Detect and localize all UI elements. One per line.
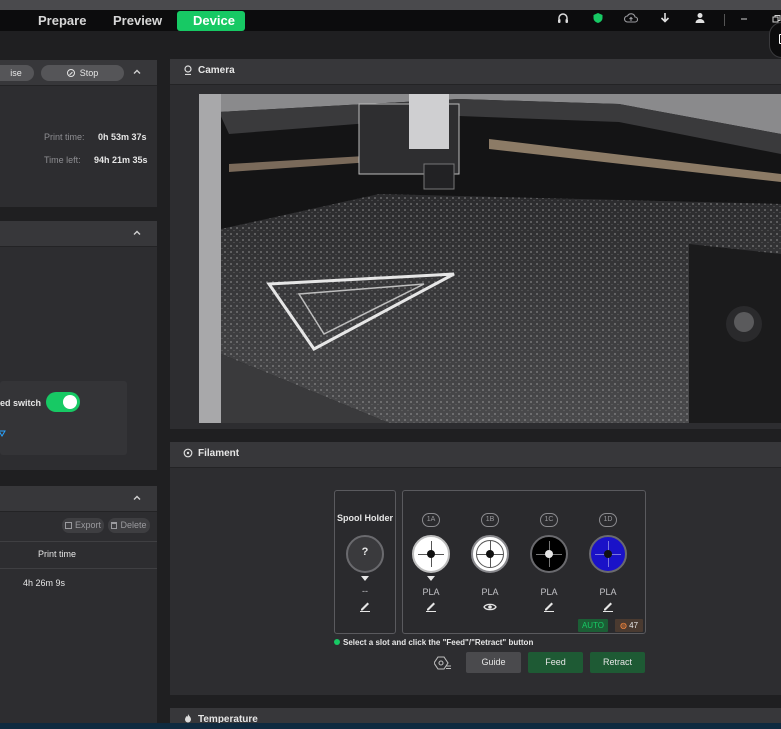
spool-holder-value: ?	[361, 546, 369, 558]
camera-title: Camera	[198, 65, 235, 76]
title-bar: Prepare Preview Device	[0, 10, 781, 31]
trash-icon	[111, 522, 118, 529]
slot-1d-badge: 1D	[599, 513, 617, 527]
status-dot-icon	[334, 639, 340, 645]
control-panel: ed switch	[0, 221, 157, 470]
spool-holder-type: --	[362, 586, 368, 596]
chevron-up-icon[interactable]	[131, 493, 143, 505]
download-icon[interactable]	[657, 12, 673, 28]
switch-label: ed switch	[0, 398, 42, 408]
tab-device[interactable]: Device	[177, 11, 245, 31]
humidity-badge: ◍ 47	[615, 619, 643, 632]
ams-box: 1A PLA 1B PLA 1C PLA 1D PLA AUTO ◍ 47	[402, 490, 646, 634]
spool-holder-slot[interactable]: ?	[346, 535, 384, 573]
guide-button[interactable]: Guide	[466, 652, 521, 673]
shield-check-icon[interactable]	[590, 12, 606, 28]
history-row-print-time: 4h 26m 9s	[23, 578, 66, 588]
slot-1c[interactable]	[530, 535, 568, 573]
slot-1c-type: PLA	[540, 587, 558, 597]
spool-holder-label: Spool Holder	[337, 513, 393, 523]
edit-icon[interactable]	[424, 600, 438, 612]
slot-1a-type: PLA	[422, 587, 440, 597]
slot-1d-type: PLA	[599, 587, 617, 597]
humidity-drop-icon: ◍	[619, 621, 627, 630]
tab-preview[interactable]: Preview	[113, 11, 162, 31]
camera-feed[interactable]	[199, 94, 781, 423]
filament-hint: Select a slot and click the "Feed"/"Retr…	[334, 638, 533, 649]
app-window: Prepare Preview Device ise Stop Print ti…	[0, 0, 781, 729]
pause-label: ise	[10, 68, 22, 78]
delete-button[interactable]: Delete	[108, 518, 150, 533]
eye-icon[interactable]	[483, 601, 497, 613]
taskbar-strip	[0, 723, 781, 729]
slot-1d[interactable]	[589, 535, 627, 573]
filament-spool-icon	[182, 448, 194, 460]
history-header	[0, 486, 157, 512]
cloud-upload-icon[interactable]	[623, 12, 639, 28]
slot-1c-badge: 1C	[540, 513, 558, 527]
slot-1a[interactable]	[412, 535, 450, 573]
chevron-up-icon[interactable]	[131, 228, 143, 240]
time-left-label: Time left:	[44, 155, 81, 165]
edit-icon[interactable]	[358, 600, 372, 612]
stop-label: Stop	[79, 68, 99, 78]
chevron-up-icon[interactable]	[131, 67, 143, 79]
divider	[0, 541, 157, 542]
window-top-strip	[0, 0, 781, 10]
tab-prepare[interactable]: Prepare	[38, 11, 86, 31]
edit-icon[interactable]	[601, 600, 615, 612]
user-icon[interactable]	[692, 12, 708, 28]
info-icon[interactable]	[0, 424, 6, 437]
selected-indicator-icon	[361, 576, 369, 581]
export-button[interactable]: Export	[62, 518, 104, 533]
filament-title: Filament	[198, 448, 240, 459]
stop-button[interactable]: Stop	[41, 65, 124, 81]
titlebar-separator	[724, 14, 725, 26]
filament-hint-text: Select a slot and click the "Feed"/"Retr…	[343, 638, 534, 647]
export-label: Export	[74, 520, 101, 530]
nozzle-settings-icon[interactable]	[433, 655, 452, 671]
column-header-print-time: Print time	[38, 549, 77, 559]
camera-header: Camera	[170, 59, 781, 85]
print-time-value: 0h 53m 37s	[98, 132, 147, 142]
edit-icon[interactable]	[542, 600, 556, 612]
delete-label: Delete	[120, 520, 147, 530]
slot-1b-type: PLA	[481, 587, 499, 597]
retract-button[interactable]: Retract	[590, 652, 645, 673]
spool-holder-box: Spool Holder ? --	[334, 490, 396, 634]
export-icon	[64, 522, 72, 529]
control-header	[0, 221, 157, 247]
slot-1b[interactable]	[471, 535, 509, 573]
slot-1a-badge: 1A	[422, 513, 440, 527]
humidity-value: 47	[629, 621, 639, 630]
switch-card: ed switch	[0, 381, 127, 455]
stop-icon	[66, 69, 75, 77]
feed-button[interactable]: Feed	[528, 652, 583, 673]
pause-button[interactable]: ise	[0, 65, 34, 81]
minimize-icon[interactable]	[736, 12, 752, 28]
history-panel: Export Delete Print time 4h 26m 9s	[0, 486, 157, 723]
selected-indicator-icon	[427, 576, 435, 581]
headset-icon[interactable]	[555, 12, 571, 28]
camera-icon	[182, 65, 194, 77]
slot-1b-badge: 1B	[481, 513, 499, 527]
feature-toggle[interactable]	[46, 392, 80, 412]
time-left-value: 94h 21m 35s	[94, 155, 148, 165]
auto-badge[interactable]: AUTO	[578, 619, 608, 632]
print-time-label: Print time:	[44, 132, 85, 142]
filament-header: Filament	[170, 442, 781, 468]
print-status-header: ise Stop	[0, 60, 157, 86]
floating-toolbar-handle[interactable]	[769, 22, 781, 58]
print-status-panel: ise Stop Print time: 0h 53m 37s Time lef…	[0, 60, 157, 207]
divider	[0, 568, 157, 569]
